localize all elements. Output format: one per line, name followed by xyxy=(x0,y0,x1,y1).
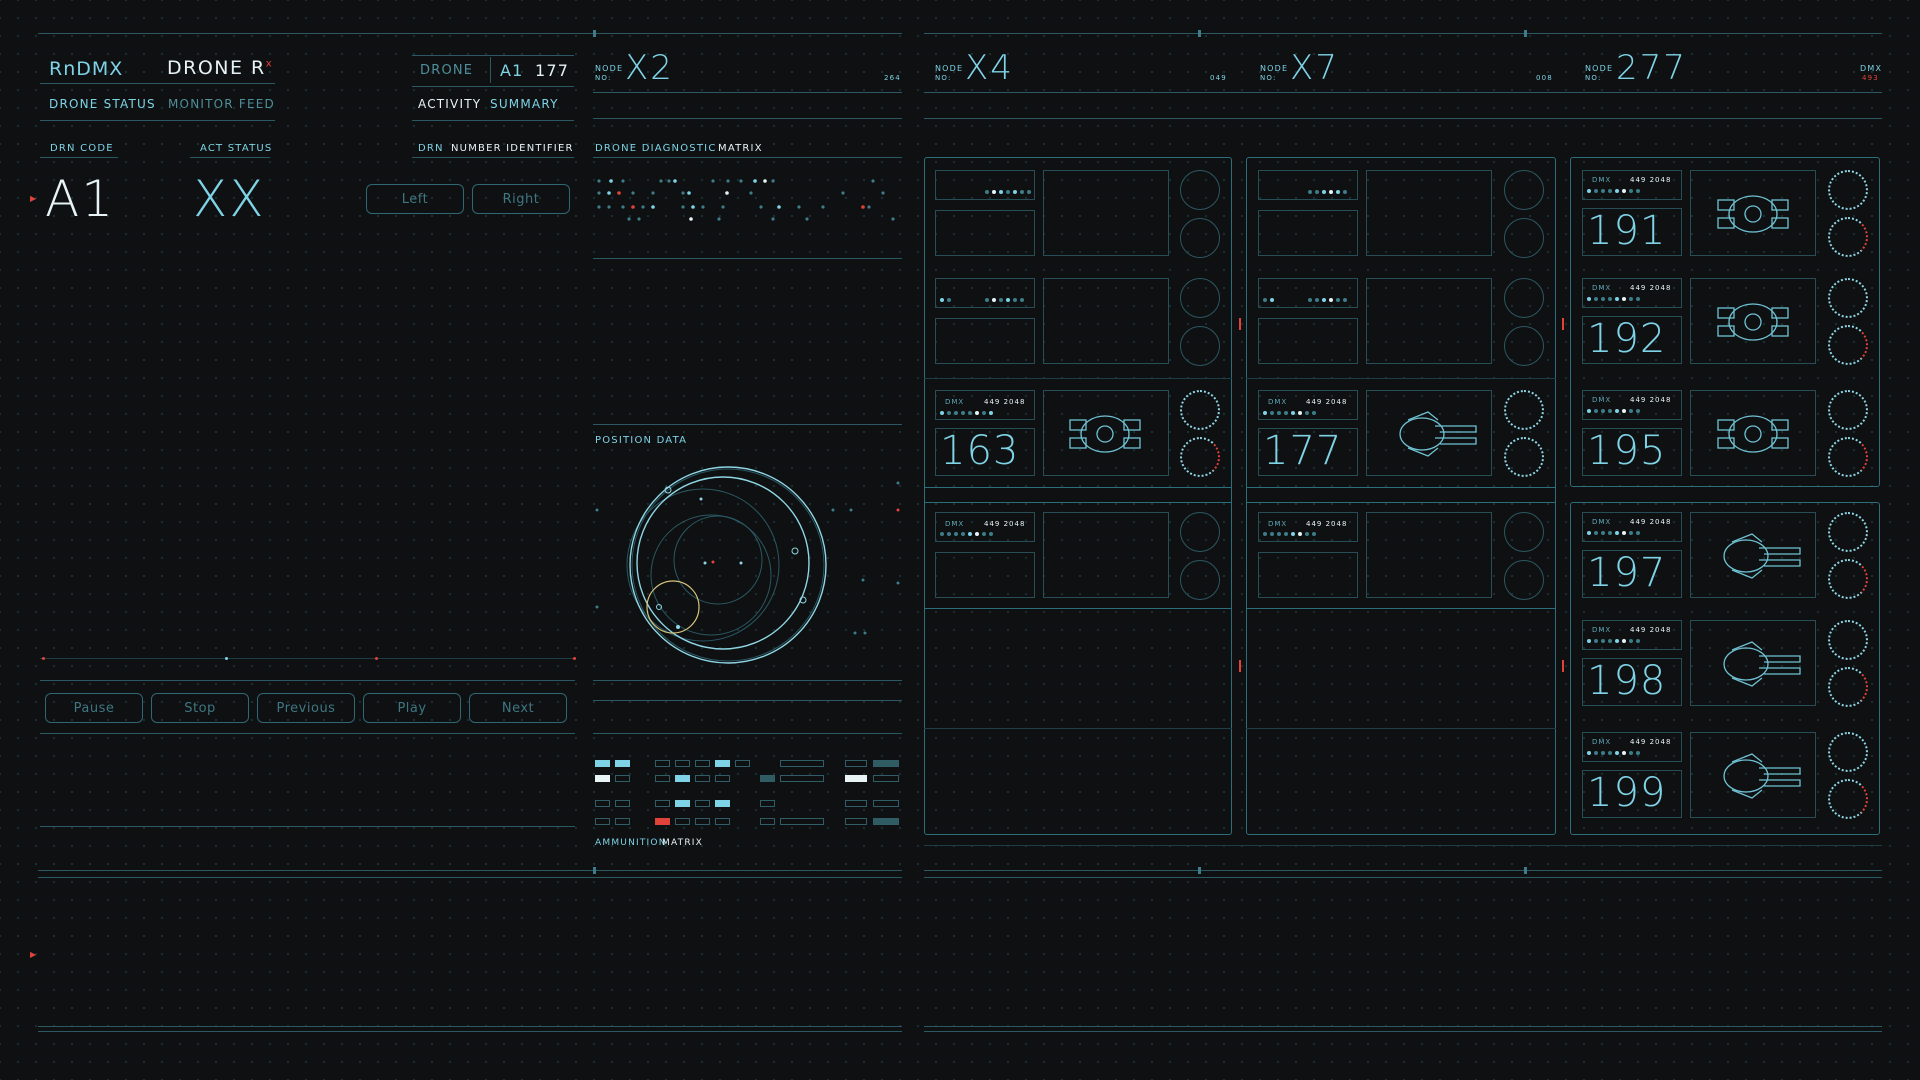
dmx-corner-value: 493 xyxy=(1862,74,1879,82)
play-button[interactable]: Play xyxy=(363,693,461,723)
gunship-icon xyxy=(1714,748,1804,808)
dmx-value: 449 2048 xyxy=(984,398,1026,406)
node-panel-x7 xyxy=(1246,157,1556,835)
dmx-label: DMX xyxy=(945,398,965,406)
dmx-value: 449 2048 xyxy=(1630,284,1672,292)
drone-code-value: A1 xyxy=(45,170,116,228)
gunship-icon xyxy=(1714,528,1804,588)
node-no: NO: xyxy=(935,74,952,82)
dmx-value: 449 2048 xyxy=(1306,398,1348,406)
next-button[interactable]: Next xyxy=(469,693,567,723)
act-status-value: XX xyxy=(193,170,266,228)
previous-button[interactable]: Previous xyxy=(257,693,355,723)
drone-number: 192 xyxy=(1587,316,1667,362)
mid-node-side: 264 xyxy=(884,74,901,82)
node-label: NODE xyxy=(935,64,964,73)
dmx-value: 449 2048 xyxy=(1306,520,1348,528)
drone-number: 197 xyxy=(1587,550,1667,596)
tab-drone-status[interactable]: DRONE STATUS xyxy=(49,97,156,111)
dmx-value: 449 2048 xyxy=(1630,738,1672,746)
ammo-title-b: MATRIX xyxy=(662,838,703,848)
node-no: NO: xyxy=(1585,74,1602,82)
drone-number: 199 xyxy=(1587,770,1667,816)
drone-bot-icon xyxy=(1714,406,1792,466)
top-rule-right xyxy=(924,33,1882,34)
diagnostic-dot-matrix xyxy=(597,179,895,221)
dmx-label: DMX xyxy=(1268,398,1288,406)
pause-button[interactable]: Pause xyxy=(45,693,143,723)
activity-label[interactable]: ACTIVITY xyxy=(418,97,481,111)
drone-number: 191 xyxy=(1587,208,1667,254)
node-side: 008 xyxy=(1536,74,1553,82)
node-label: NODE xyxy=(1260,64,1289,73)
dmx-value: 449 2048 xyxy=(984,520,1026,528)
node-label: NODE xyxy=(1585,64,1614,73)
row-marker-icon: ▶ xyxy=(30,950,37,959)
brand-title: RnDMX xyxy=(49,58,124,80)
dmx-corner-label: DMX xyxy=(1860,64,1883,73)
summary-label[interactable]: SUMMARY xyxy=(490,97,559,111)
dmx-label: DMX xyxy=(945,520,965,528)
drone-bot-icon xyxy=(1714,186,1792,246)
mid-node-no: NO: xyxy=(595,74,612,82)
tab-monitor-feed[interactable]: MONITOR FEED xyxy=(168,97,275,111)
col-number-identifier: NUMBER IDENTIFIER xyxy=(451,143,574,154)
position-data-title: POSITION DATA xyxy=(595,435,688,446)
ammo-title-a: AMMUNITION xyxy=(595,838,667,848)
drone-box-number: 177 xyxy=(535,61,570,80)
dmx-label: DMX xyxy=(1592,738,1612,746)
drone-bot-icon xyxy=(1069,415,1141,453)
node-value: X4 xyxy=(965,48,1014,88)
drone-title-sup: x xyxy=(265,58,274,70)
drone-number: 177 xyxy=(1263,428,1343,474)
dmx-label: DMX xyxy=(1268,520,1288,528)
dmx-label: DMX xyxy=(1592,518,1612,526)
dmx-value: 449 2048 xyxy=(1630,396,1672,404)
dmx-value: 449 2048 xyxy=(1630,518,1672,526)
timeline-track xyxy=(40,658,575,659)
drone-title: DRONE Rx xyxy=(167,57,273,79)
position-radar xyxy=(595,466,900,664)
node-value: 277 xyxy=(1616,48,1687,88)
dmx-label: DMX xyxy=(1592,626,1612,634)
mid-node-value: X2 xyxy=(625,48,674,88)
drone-number: 195 xyxy=(1587,428,1667,474)
drone-box-code: A1 xyxy=(500,61,524,80)
node-panel-x4 xyxy=(924,157,1232,835)
gunship-icon xyxy=(1714,636,1804,696)
drone-bot-icon xyxy=(1714,294,1792,354)
stop-button[interactable]: Stop xyxy=(151,693,249,723)
node-side: 049 xyxy=(1210,74,1227,82)
col-act-status: ACT STATUS xyxy=(200,143,273,154)
gunship-icon xyxy=(1399,411,1477,457)
dmx-label: DMX xyxy=(1592,284,1612,292)
col-drn: DRN xyxy=(418,143,444,154)
right-button[interactable]: Right xyxy=(472,184,570,214)
drone-title-text: DRONE R xyxy=(167,57,266,79)
node-value: X7 xyxy=(1290,48,1339,88)
col-drn-code: DRN CODE xyxy=(50,143,114,154)
diag-title-a: DRONE DIAGNOSTIC xyxy=(595,143,717,154)
dmx-value: 449 2048 xyxy=(1630,626,1672,634)
diag-title-b: MATRIX xyxy=(718,143,763,154)
dmx-label: DMX xyxy=(1592,396,1612,404)
dmx-label: DMX xyxy=(1592,176,1612,184)
drone-number: 198 xyxy=(1587,658,1667,704)
dmx-value: 449 2048 xyxy=(1630,176,1672,184)
left-button[interactable]: Left xyxy=(366,184,464,214)
drone-box-label: DRONE xyxy=(420,63,474,78)
top-rule-left xyxy=(38,33,902,34)
row-marker-icon: ▶ xyxy=(30,194,37,203)
node-no: NO: xyxy=(1260,74,1277,82)
drone-number: 163 xyxy=(940,428,1020,474)
mid-node-label: NODE xyxy=(595,64,624,73)
